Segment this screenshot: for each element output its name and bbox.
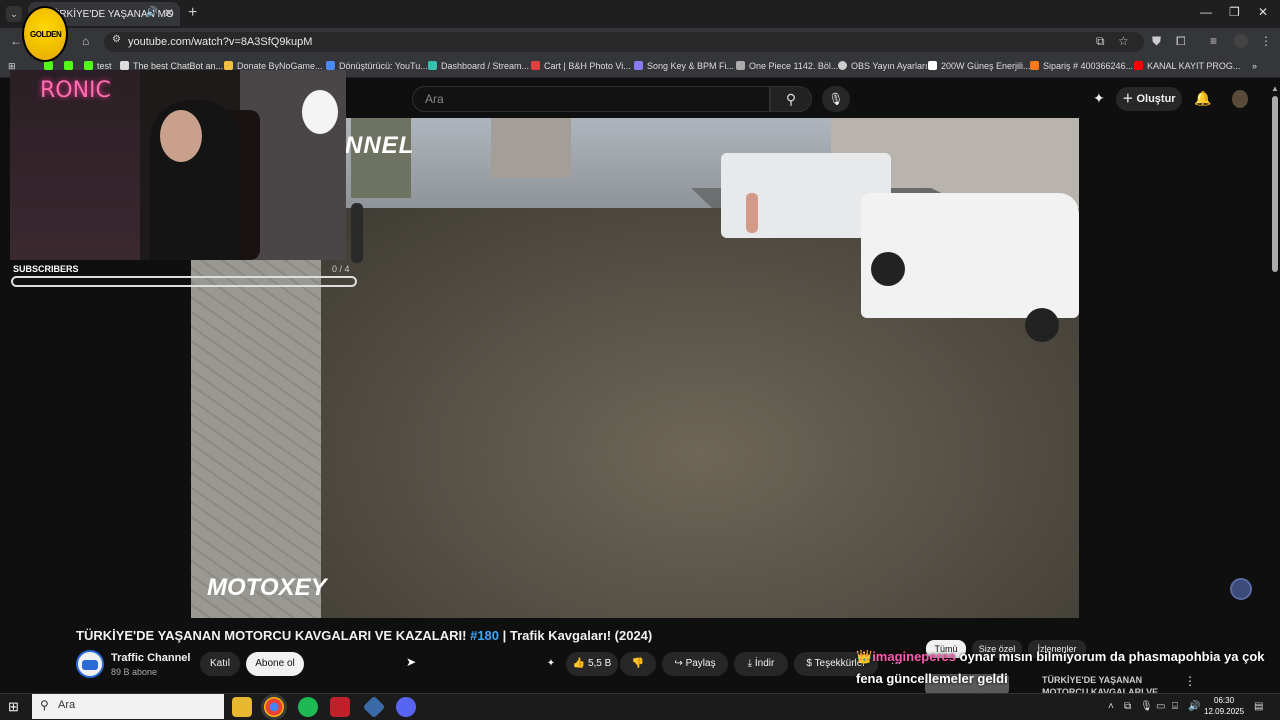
taskbar-search-input[interactable]: ⚲ Ara	[32, 694, 224, 719]
ai-sparkle-icon[interactable]: ✦	[1093, 90, 1105, 107]
voice-search-button[interactable]: 🎙	[822, 86, 850, 112]
join-button[interactable]: Katıl	[200, 652, 240, 676]
hashtag-link[interactable]: #180	[470, 628, 499, 643]
new-tab-button[interactable]: +	[188, 4, 197, 22]
thumbs-up-icon: 👍	[572, 658, 588, 669]
chat-username: imagineperes	[872, 649, 957, 664]
channel-avatar[interactable]	[76, 650, 104, 678]
subscribers-goal-bar	[11, 276, 357, 287]
bookmark-obs[interactable]: OBS Yayın Ayarları	[838, 61, 928, 71]
search-icon: ⚲	[40, 698, 49, 712]
marshmello-figure	[302, 90, 338, 134]
neon-sign: RONIC	[40, 78, 111, 103]
streamer-head	[160, 110, 202, 162]
file-explorer-icon[interactable]	[232, 697, 252, 717]
webcam-overlay: RONIC	[10, 70, 346, 260]
url-text: youtube.com/watch?v=8A3SfQ9kupM	[128, 36, 313, 48]
profile-avatar[interactable]	[1234, 34, 1248, 48]
bookmark-star-icon[interactable]: ☆	[1118, 34, 1129, 48]
subscribers-goal-label: SUBSCRIBERS	[13, 264, 79, 274]
video-title: TÜRKİYE'DE YAŞANAN MOTORCU KAVGALARI VE …	[76, 628, 653, 643]
search-icon: ⚲	[785, 91, 797, 107]
windows-start-icon[interactable]: ⊞	[8, 699, 19, 715]
shield-extension-icon[interactable]: ⛊	[1152, 34, 1161, 49]
spotify-icon[interactable]	[298, 697, 318, 717]
tray-network-icon[interactable]: ⌸	[1172, 701, 1178, 712]
floating-assistant-button[interactable]	[1230, 578, 1252, 600]
video-building	[491, 118, 571, 178]
download-icon: ⤓	[747, 658, 755, 669]
thumbs-down-icon: 👎	[631, 658, 645, 669]
extensions-icon[interactable]: ⧠	[1176, 34, 1186, 49]
mouse-cursor-icon: ➤	[406, 655, 417, 669]
video-wheel	[1025, 308, 1059, 342]
chrome-icon[interactable]	[264, 697, 284, 717]
back-icon[interactable]: ←	[10, 34, 22, 48]
tray-overflow-icon[interactable]: ˄	[1108, 701, 1114, 712]
channel-name[interactable]: Traffic Channel	[111, 652, 190, 664]
video-watermark-bottom: MOTOXEY	[207, 574, 327, 601]
account-avatar[interactable]	[1232, 90, 1248, 108]
install-app-icon[interactable]: ⧉	[1096, 34, 1105, 49]
page-scrollbar-thumb[interactable]	[1272, 96, 1278, 272]
notifications-bell-icon[interactable]: 🔔	[1194, 90, 1211, 107]
bookmark-dashboard[interactable]: Dashboard / Stream...	[428, 61, 529, 71]
tray-mic-icon[interactable]: 🎙	[1140, 701, 1153, 712]
search-button[interactable]: ⚲	[770, 86, 812, 112]
bookmark-channel[interactable]: KANAL KAYIT PROG...	[1134, 61, 1240, 71]
ai-ask-icon[interactable]: ✦	[540, 652, 562, 676]
discord-icon[interactable]	[396, 697, 416, 717]
close-window-icon[interactable]: ✕	[1258, 5, 1268, 19]
tray-volume-icon[interactable]: 🔊	[1188, 701, 1200, 712]
share-icon: ↪	[674, 658, 686, 669]
scroll-up-arrow[interactable]: ▲	[1271, 84, 1279, 93]
video-pedestrian	[746, 193, 758, 233]
subscribe-button[interactable]: Abone ol	[246, 652, 304, 676]
stream-chat-message: 👑imagineperes oynar mısın bilmiyorum da …	[856, 646, 1276, 690]
notification-center-icon[interactable]: ▤	[1254, 701, 1263, 712]
super-thanks-icon: $	[806, 658, 815, 669]
share-button[interactable]: ↪ Paylaş	[662, 652, 728, 676]
tab-search-button[interactable]: ⌄	[6, 6, 22, 22]
home-icon[interactable]: ⌂	[82, 34, 89, 48]
close-tab-icon[interactable]: ✕	[164, 6, 174, 20]
create-button[interactable]: ＋ Oluştur	[1116, 87, 1182, 111]
download-button[interactable]: ⤓ İndir	[734, 652, 788, 676]
bookmark-order[interactable]: Sipariş # 400366246...	[1030, 61, 1133, 71]
bookmark-song-key[interactable]: Song Key & BPM Fi...	[634, 61, 734, 71]
tray-display-icon[interactable]: ▭	[1156, 701, 1165, 712]
speaker-icon[interactable]: 🔊	[146, 7, 158, 18]
channel-subscriber-count: 89 B abone	[111, 667, 158, 677]
minimize-icon[interactable]: —	[1200, 5, 1212, 19]
bookmarks-overflow-icon[interactable]: »	[1252, 61, 1257, 71]
bookmark-one-piece[interactable]: One Piece 1142. Böl...	[736, 61, 838, 71]
bookmark-solar[interactable]: 200W Güneş Enerjili...	[928, 61, 1031, 71]
crown-icon: 👑	[856, 649, 873, 664]
channel-logo-badge: GOLDEN	[22, 6, 68, 62]
bookmark-bh-cart[interactable]: Cart | B&H Photo Vi...	[531, 61, 631, 71]
tray-app-icon[interactable]: ⧉	[1124, 701, 1131, 712]
video-wheel	[871, 252, 905, 286]
video-editor-icon[interactable]	[330, 697, 350, 717]
video-pedestrian	[351, 203, 363, 263]
site-info-icon[interactable]: ⚙	[112, 34, 121, 45]
search-input[interactable]: Ara	[412, 86, 770, 112]
dislike-button[interactable]: 👎	[620, 652, 656, 676]
restore-icon[interactable]: ❐	[1229, 5, 1240, 19]
mic-icon: 🎙	[828, 92, 844, 106]
media-control-icon[interactable]: ≡	[1210, 34, 1217, 48]
taskbar-clock[interactable]: 06:30 12.09.2025	[1204, 695, 1244, 717]
subscribers-goal-count: 0 / 4	[332, 264, 350, 274]
browser-menu-icon[interactable]: ⋮	[1260, 34, 1272, 48]
video-watermark-top: NNEL	[345, 132, 415, 159]
like-button[interactable]: 👍 5,5 B	[566, 652, 618, 676]
